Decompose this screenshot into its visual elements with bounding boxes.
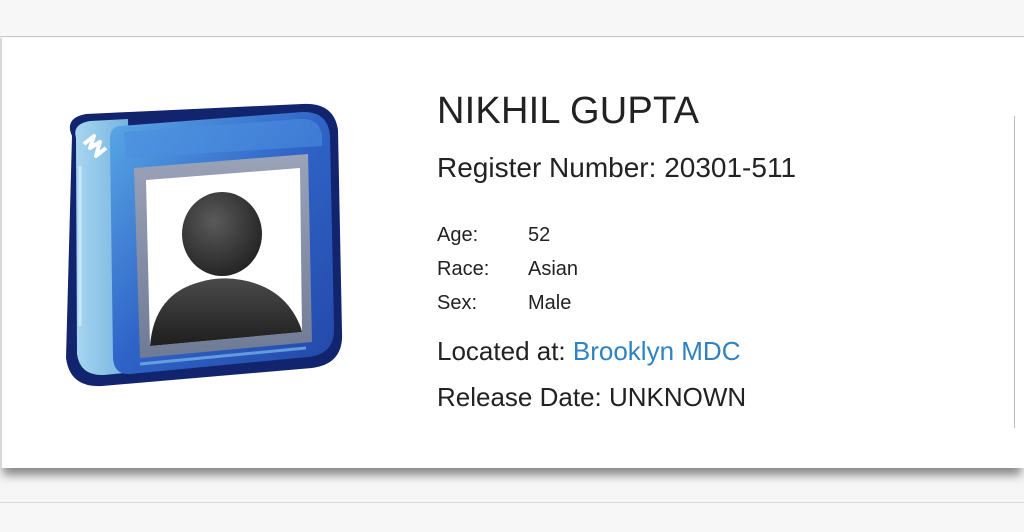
detail-row-sex: Sex: Male	[437, 286, 578, 320]
location-line: Located at: Brooklyn MDC	[437, 336, 740, 367]
page: NIKHIL GUPTA Register Number: 20301-511 …	[0, 0, 1024, 532]
card-left-edge	[0, 38, 2, 468]
release-date-line: Release Date: UNKNOWN	[437, 382, 746, 413]
register-number-line: Register Number: 20301-511	[437, 152, 796, 184]
age-value: 52	[528, 224, 551, 246]
release-date: UNKNOWN	[609, 382, 747, 412]
age-label: Age:	[437, 224, 479, 246]
inmate-card: NIKHIL GUPTA Register Number: 20301-511 …	[0, 38, 1024, 468]
register-number: 20301-511	[664, 152, 797, 183]
card-divider	[1014, 116, 1015, 428]
located-label: Located at:	[437, 336, 566, 366]
inmate-name: NIKHIL GUPTA	[437, 90, 700, 132]
register-label: Register Number:	[437, 152, 657, 183]
sex-value: Male	[528, 292, 572, 314]
top-strip	[0, 0, 1024, 37]
detail-row-race: Race: Asian	[437, 252, 578, 286]
sex-label: Sex:	[437, 292, 478, 314]
person-silhouette-icon	[50, 96, 350, 396]
detail-row-age: Age: 52	[437, 218, 578, 252]
race-value: Asian	[528, 258, 579, 280]
facility-link[interactable]: Brooklyn MDC	[573, 336, 741, 366]
race-label: Race:	[437, 258, 490, 280]
release-label: Release Date:	[437, 382, 602, 412]
inmate-details: Age: 52 Race: Asian Sex: Male	[437, 218, 578, 320]
bottom-strip	[0, 502, 1024, 532]
